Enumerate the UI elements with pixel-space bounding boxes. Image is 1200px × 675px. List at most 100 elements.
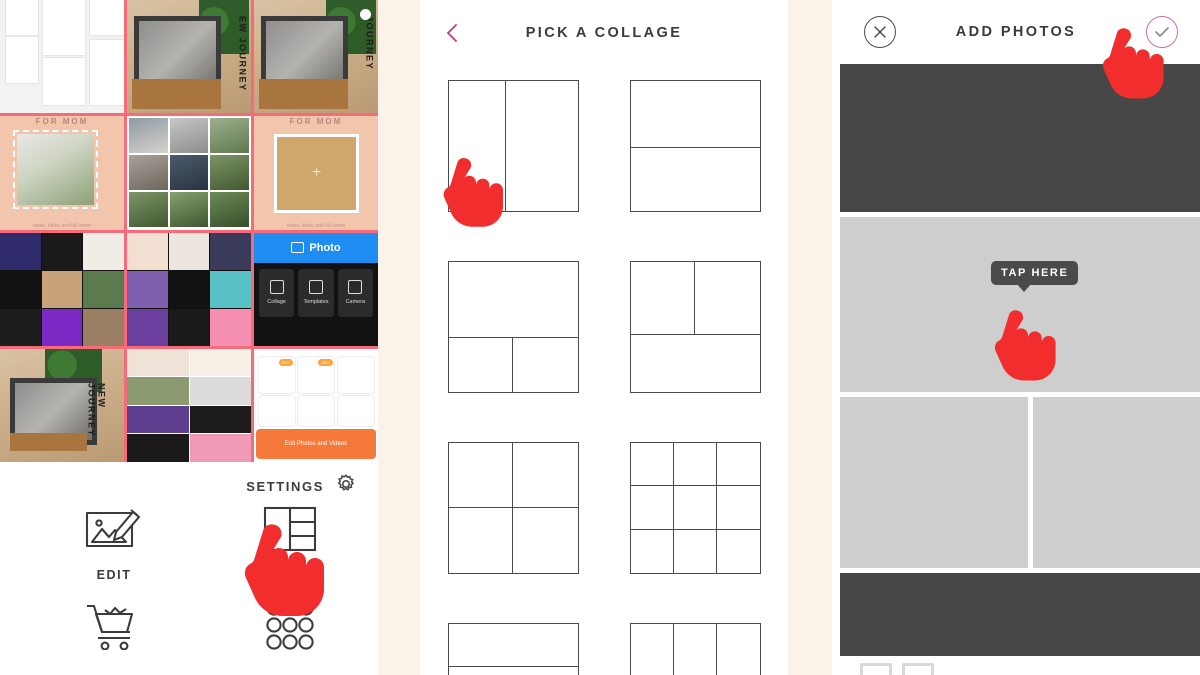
add-photos-header: ADD PHOTOS bbox=[832, 0, 1200, 64]
template-cell bbox=[631, 624, 674, 675]
grid-cell bbox=[127, 348, 189, 377]
grid-cell bbox=[83, 308, 124, 346]
screenshot-root: EW JOURNEY JOURNEY FOR MOM make, fabric … bbox=[0, 0, 1200, 675]
grid-cell bbox=[0, 270, 41, 308]
photo-icon bbox=[291, 242, 305, 254]
dark-app-row: Collage Templates Camera bbox=[258, 268, 374, 317]
template-four-quadrant[interactable] bbox=[447, 442, 579, 574]
template-cell bbox=[717, 530, 760, 573]
tile-edit[interactable]: EDIT bbox=[54, 504, 174, 582]
template-cell bbox=[630, 443, 674, 487]
tile-apps[interactable] bbox=[230, 600, 350, 664]
close-circle-icon[interactable] bbox=[864, 16, 896, 48]
template-three-vertical-strips[interactable] bbox=[629, 623, 761, 675]
mosaic-thumb-dark-app[interactable]: Photo Collage Templates Camera bbox=[254, 232, 378, 346]
mosaic-thumb-peach-editor[interactable]: FOR MOM make, fabric and full some bbox=[0, 116, 124, 230]
dark-app-cell[interactable]: Collage bbox=[258, 268, 295, 317]
wire-box bbox=[42, 56, 87, 107]
peach-headline: FOR MOM bbox=[289, 117, 343, 127]
collage-template-list bbox=[420, 66, 788, 675]
grid-cell bbox=[127, 308, 168, 346]
grid-cell bbox=[0, 308, 41, 346]
camera-icon bbox=[348, 280, 363, 295]
grid-cell bbox=[169, 118, 209, 154]
mosaic-thumb-people-collage[interactable] bbox=[0, 232, 124, 346]
template-cell bbox=[674, 529, 717, 573]
mosaic-thumb-photo-grid[interactable] bbox=[127, 116, 251, 230]
settings-label: SETTINGS bbox=[246, 479, 324, 494]
photo-thumb-icon[interactable] bbox=[902, 663, 934, 675]
page-title: PICK A COLLAGE bbox=[525, 25, 683, 41]
tile-collage[interactable]: COLLAGE bbox=[230, 504, 350, 582]
tool-cell[interactable] bbox=[337, 355, 376, 394]
right-panel-add-photos: ADD PHOTOS TAP HERE bbox=[832, 0, 1200, 675]
template-cell bbox=[449, 667, 578, 675]
dark-app-cell[interactable]: Camera bbox=[337, 268, 374, 317]
page-title: ADD PHOTOS bbox=[955, 24, 1077, 40]
template-top-split-bottom-full[interactable] bbox=[629, 261, 761, 393]
template-cell bbox=[631, 335, 760, 392]
wire-box bbox=[4, 0, 40, 36]
settings-button[interactable]: SETTINGS bbox=[246, 472, 358, 501]
mosaic-thumb-people-collage-2[interactable] bbox=[127, 232, 251, 346]
template-cell bbox=[448, 443, 513, 508]
mosaic-thumb-tools-panel[interactable]: HOT HOT Edit Photos and Videos bbox=[254, 348, 378, 462]
dark-app-cell[interactable]: Templates bbox=[298, 268, 334, 317]
mosaic-thumb-photoframe[interactable]: EW JOURNEY bbox=[127, 0, 251, 114]
grid-cell bbox=[83, 232, 124, 270]
grid-cell bbox=[41, 308, 83, 346]
mosaic-thumb-photoframe-3[interactable]: NEW JOURNEY bbox=[0, 348, 124, 462]
shopping-cart-icon bbox=[83, 600, 145, 655]
check-circle-icon[interactable] bbox=[1146, 16, 1178, 48]
template-cell bbox=[630, 81, 760, 148]
template-cell bbox=[695, 262, 760, 336]
mosaic-thumb-peach-placeholder[interactable]: FOR MOM make, fabric and full some bbox=[254, 116, 378, 230]
template-two-row-uneven[interactable] bbox=[629, 80, 761, 212]
template-two-column-uneven[interactable] bbox=[447, 80, 579, 212]
tile-cart[interactable] bbox=[54, 600, 174, 664]
template-three-horizontal-strips[interactable] bbox=[447, 623, 579, 675]
peach-photo bbox=[13, 130, 99, 209]
hot-badge: HOT bbox=[278, 358, 294, 366]
peach-add-placeholder[interactable] bbox=[273, 134, 360, 213]
apps-dots-icon bbox=[262, 600, 318, 655]
grid-cell bbox=[83, 270, 124, 308]
top-dark-band bbox=[840, 64, 1200, 212]
tool-cell[interactable] bbox=[337, 395, 376, 427]
hot-badge: HOT bbox=[318, 358, 333, 366]
grid-cell bbox=[127, 405, 189, 434]
template-cell bbox=[716, 486, 760, 530]
frame-table bbox=[131, 79, 222, 109]
grid-cell bbox=[210, 308, 251, 346]
photo-slot-wide[interactable] bbox=[840, 217, 1200, 392]
dark-app-topbar-label: Photo bbox=[309, 241, 341, 254]
wire-box bbox=[42, 0, 87, 57]
template-top-full-bottom-split[interactable] bbox=[447, 261, 579, 393]
photo-thumb-icon[interactable] bbox=[860, 663, 892, 675]
template-nine-grid[interactable] bbox=[629, 442, 761, 574]
chevron-left-icon[interactable] bbox=[442, 22, 464, 44]
tool-cell[interactable] bbox=[257, 395, 296, 427]
middle-panel-pick-collage: PICK A COLLAGE bbox=[420, 0, 788, 675]
frame-table bbox=[258, 79, 349, 109]
templates-icon bbox=[308, 280, 323, 295]
wire-box bbox=[89, 0, 124, 36]
photo-slot-bottom-right[interactable] bbox=[1033, 397, 1200, 568]
left-panel-toolbar: SETTINGS EDIT COLLAGE bbox=[0, 462, 378, 675]
mosaic-thumb-wireframe[interactable] bbox=[0, 0, 124, 114]
grid-cell bbox=[210, 232, 251, 270]
tool-cell[interactable] bbox=[297, 395, 336, 427]
bottom-dark-band bbox=[840, 573, 1200, 656]
tools-cta-button[interactable]: Edit Photos and Videos bbox=[256, 429, 376, 459]
mosaic-thumb-photoframe-2[interactable]: JOURNEY bbox=[254, 0, 378, 114]
gear-icon bbox=[334, 472, 358, 501]
template-cell bbox=[448, 262, 578, 339]
grid-cell bbox=[189, 348, 251, 377]
photo-slot-bottom-left[interactable] bbox=[840, 397, 1028, 568]
grid-cell bbox=[189, 405, 251, 434]
mosaic-thumb-social-grid[interactable] bbox=[127, 348, 251, 462]
template-cell bbox=[717, 624, 760, 675]
home-tiles: EDIT COLLAGE bbox=[0, 504, 378, 664]
close-badge-icon bbox=[359, 9, 371, 21]
dark-app-cell-label: Collage bbox=[267, 299, 286, 306]
